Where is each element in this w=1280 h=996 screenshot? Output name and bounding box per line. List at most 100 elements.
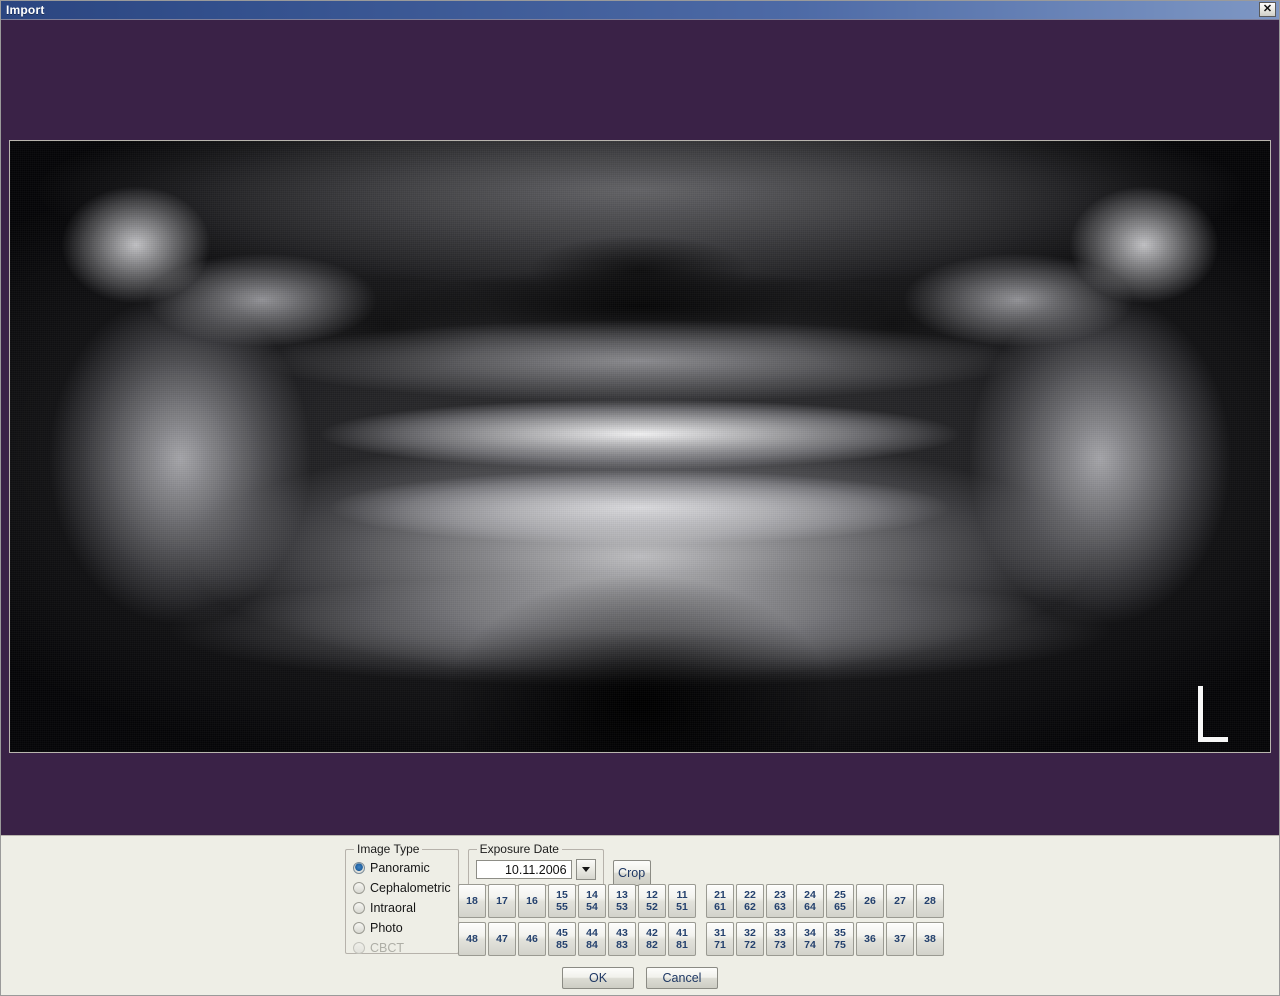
viewer-top-band — [1, 20, 1279, 140]
chevron-down-icon — [581, 867, 590, 872]
tooth-button-35[interactable]: 35 75 — [826, 922, 854, 956]
tooth-number-primary: 38 — [924, 933, 936, 945]
radio-intraoral-indicator — [353, 902, 365, 914]
import-dialog: Import ✕ Image Type Panoramic Cephalomet… — [0, 0, 1280, 996]
tooth-button-48[interactable]: 48 — [458, 922, 486, 956]
close-icon[interactable]: ✕ — [1259, 2, 1276, 17]
tooth-button-17[interactable]: 17 — [488, 884, 516, 918]
tooth-number-deciduous: 55 — [556, 901, 568, 913]
tooth-button-23[interactable]: 23 63 — [766, 884, 794, 918]
tooth-button-34[interactable]: 34 74 — [796, 922, 824, 956]
tooth-button-21[interactable]: 21 61 — [706, 884, 734, 918]
tooth-number-deciduous: 51 — [676, 901, 688, 913]
tooth-button-27[interactable]: 27 — [886, 884, 914, 918]
tooth-number-primary: 15 — [556, 889, 568, 901]
radio-cephalometric-indicator — [353, 882, 365, 894]
radio-cbct-indicator — [353, 942, 365, 954]
tooth-number-deciduous: 81 — [676, 939, 688, 951]
radio-panoramic-indicator — [353, 862, 365, 874]
image-viewer[interactable] — [1, 20, 1279, 835]
tooth-button-43[interactable]: 43 83 — [608, 922, 636, 956]
tooth-number-deciduous: 73 — [774, 939, 786, 951]
tooth-number-deciduous: 52 — [646, 901, 658, 913]
tooth-number-primary: 32 — [744, 927, 756, 939]
exposure-date-group: Exposure Date — [467, 842, 604, 886]
radio-intraoral[interactable]: Intraoral — [353, 898, 451, 918]
tooth-number-deciduous: 75 — [834, 939, 846, 951]
tooth-number-primary: 27 — [894, 895, 906, 907]
tooth-button-26[interactable]: 26 — [856, 884, 884, 918]
ok-button[interactable]: OK — [562, 967, 634, 989]
tooth-button-31[interactable]: 31 71 — [706, 922, 734, 956]
tooth-number-deciduous: 63 — [774, 901, 786, 913]
viewer-bottom-band — [1, 753, 1279, 835]
tooth-button-25[interactable]: 25 65 — [826, 884, 854, 918]
tooth-button-46[interactable]: 46 — [518, 922, 546, 956]
radio-panoramic[interactable]: Panoramic — [353, 858, 451, 878]
quadrant-lower-left: 31 71 32 72 33 73 34 74 35 75 36 37 38 — [706, 922, 946, 956]
tooth-button-45[interactable]: 45 85 — [548, 922, 576, 956]
tooth-button-11[interactable]: 11 51 — [668, 884, 696, 918]
tooth-row-upper: 18 17 16 15 55 14 54 13 53 12 52 11 51 21 61 22 62 23 63 2… — [458, 884, 946, 918]
tooth-number-primary: 44 — [586, 927, 598, 939]
image-type-group: Image Type Panoramic Cephalometric Intra… — [345, 842, 459, 955]
tooth-number-deciduous: 65 — [834, 901, 846, 913]
tooth-number-deciduous: 84 — [586, 939, 598, 951]
tooth-number-primary: 17 — [496, 895, 508, 907]
tooth-button-15[interactable]: 15 55 — [548, 884, 576, 918]
tooth-button-18[interactable]: 18 — [458, 884, 486, 918]
panoramic-xray-frame[interactable] — [9, 140, 1271, 753]
radio-cephalometric[interactable]: Cephalometric — [353, 878, 451, 898]
tooth-number-primary: 37 — [894, 933, 906, 945]
tooth-button-41[interactable]: 41 81 — [668, 922, 696, 956]
tooth-number-deciduous: 53 — [616, 901, 628, 913]
tooth-button-22[interactable]: 22 62 — [736, 884, 764, 918]
tooth-number-primary: 33 — [774, 927, 786, 939]
title-bar: Import ✕ — [1, 1, 1279, 20]
tooth-number-primary: 12 — [646, 889, 658, 901]
tooth-button-32[interactable]: 32 72 — [736, 922, 764, 956]
tooth-number-deciduous: 62 — [744, 901, 756, 913]
tooth-number-deciduous: 83 — [616, 939, 628, 951]
tooth-number-deciduous: 54 — [586, 901, 598, 913]
xray-film-grain — [10, 141, 1270, 752]
tooth-button-47[interactable]: 47 — [488, 922, 516, 956]
tooth-number-deciduous: 74 — [804, 939, 816, 951]
tooth-button-28[interactable]: 28 — [916, 884, 944, 918]
cancel-button[interactable]: Cancel — [646, 967, 718, 989]
exposure-date-input[interactable] — [475, 860, 572, 879]
tooth-button-38[interactable]: 38 — [916, 922, 944, 956]
quadrant-lower-right: 48 47 46 45 85 44 84 43 83 42 82 41 81 — [458, 922, 698, 956]
crop-button[interactable]: Crop — [612, 860, 651, 886]
radio-panoramic-label: Panoramic — [370, 861, 430, 875]
tooth-number-primary: 46 — [526, 933, 538, 945]
tooth-row-lower: 48 47 46 45 85 44 84 43 83 42 82 41 81 31 71 32 72 33 73 3… — [458, 922, 946, 956]
tooth-number-deciduous: 71 — [714, 939, 726, 951]
tooth-button-16[interactable]: 16 — [518, 884, 546, 918]
tooth-number-primary: 26 — [864, 895, 876, 907]
tooth-button-44[interactable]: 44 84 — [578, 922, 606, 956]
quadrant-upper-right: 18 17 16 15 55 14 54 13 53 12 52 11 51 — [458, 884, 698, 918]
radio-cbct-label: CBCT — [370, 941, 405, 955]
tooth-button-33[interactable]: 33 73 — [766, 922, 794, 956]
tooth-button-12[interactable]: 12 52 — [638, 884, 666, 918]
tooth-number-primary: 25 — [834, 889, 846, 901]
controls-panel: Image Type Panoramic Cephalometric Intra… — [1, 835, 1279, 995]
orientation-marker-left-icon — [1198, 686, 1228, 742]
tooth-number-primary: 47 — [496, 933, 508, 945]
radio-photo[interactable]: Photo — [353, 918, 451, 938]
tooth-button-13[interactable]: 13 53 — [608, 884, 636, 918]
exposure-date-dropdown-button[interactable] — [575, 859, 596, 880]
tooth-number-primary: 18 — [466, 895, 478, 907]
tooth-number-primary: 22 — [744, 889, 756, 901]
window-title: Import — [6, 3, 45, 17]
tooth-number-primary: 13 — [616, 889, 628, 901]
tooth-button-37[interactable]: 37 — [886, 922, 914, 956]
tooth-button-14[interactable]: 14 54 — [578, 884, 606, 918]
tooth-number-deciduous: 72 — [744, 939, 756, 951]
tooth-button-42[interactable]: 42 82 — [638, 922, 666, 956]
tooth-number-deciduous: 64 — [804, 901, 816, 913]
tooth-button-24[interactable]: 24 64 — [796, 884, 824, 918]
tooth-number-primary: 41 — [676, 927, 688, 939]
tooth-button-36[interactable]: 36 — [856, 922, 884, 956]
